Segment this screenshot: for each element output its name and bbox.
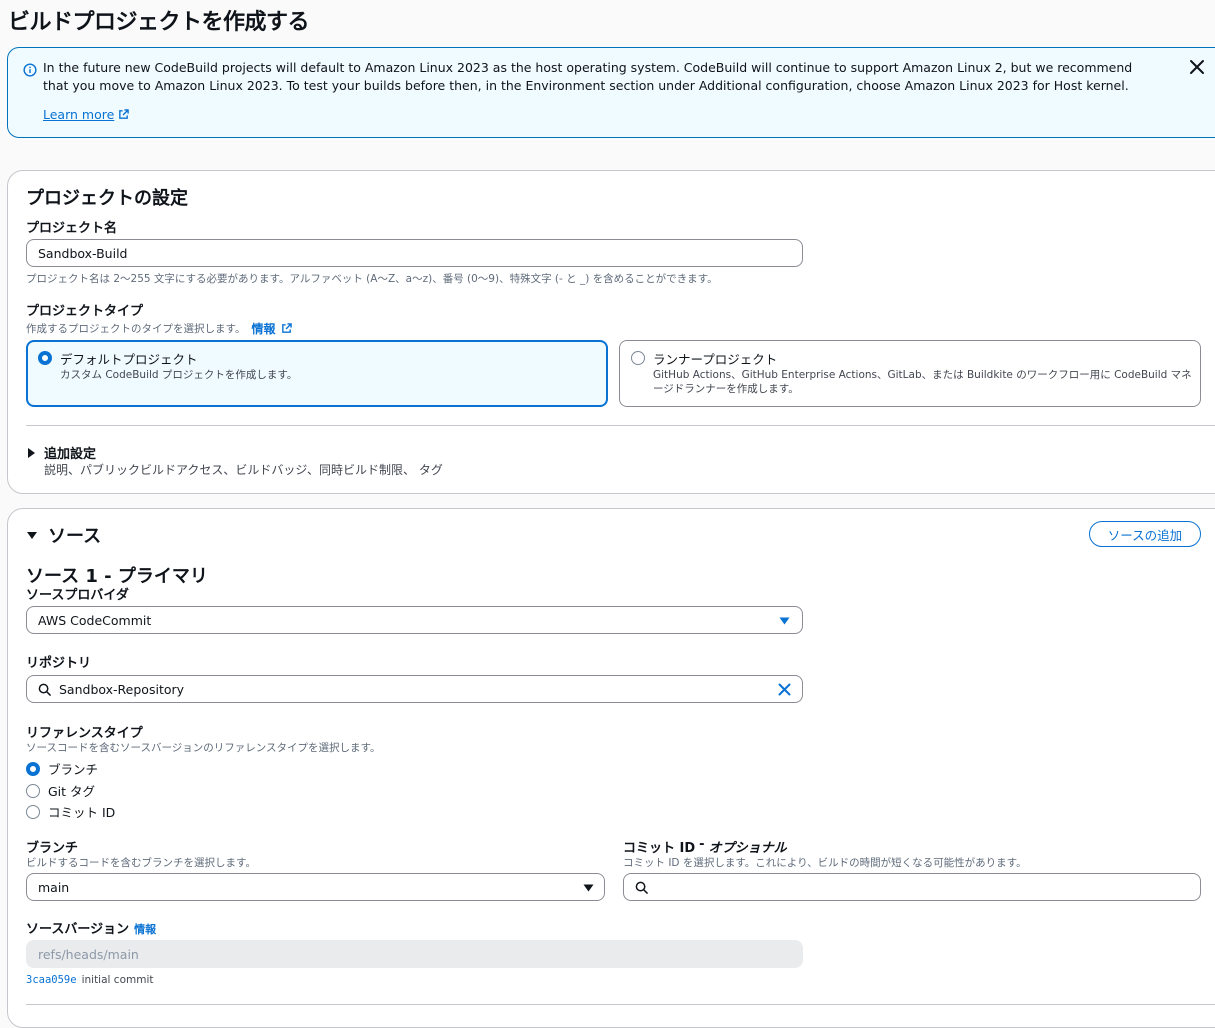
caret-down-icon: [583, 884, 594, 892]
branch-value: main: [38, 879, 70, 895]
tile-default-project[interactable]: デフォルトプロジェクト カスタム CodeBuild プロジェクトを作成します。: [26, 340, 608, 407]
divider: [26, 425, 1215, 426]
ref-option-label: ブランチ: [48, 762, 99, 777]
ref-option-label: コミット ID: [48, 805, 116, 820]
repository-value: Sandbox-Repository: [59, 681, 185, 697]
info-banner: In the future new CodeBuild projects wil…: [7, 47, 1215, 138]
search-icon: [38, 683, 51, 696]
ref-option-branch[interactable]: ブランチ: [26, 759, 98, 778]
search-icon: [635, 881, 648, 894]
branch-desc: ビルドするコードを含むブランチを選択します。: [26, 857, 256, 869]
project-name-value: Sandbox-Build: [38, 245, 128, 261]
project-name-label: プロジェクト名: [26, 221, 118, 236]
project-type-desc: 作成するプロジェクトのタイプを選択します。: [26, 323, 246, 335]
tile-title: ランナープロジェクト: [653, 352, 778, 367]
source-provider-select[interactable]: AWS CodeCommit: [26, 606, 803, 634]
source-version-label: ソースバージョン: [26, 922, 130, 937]
default-project-radio[interactable]: [38, 351, 52, 365]
project-type-info-link[interactable]: 情報: [251, 320, 275, 337]
runner-project-radio[interactable]: [631, 351, 645, 365]
project-settings-heading: プロジェクトの設定: [26, 188, 188, 209]
ref-option-label: Git タグ: [48, 784, 96, 799]
branch-select[interactable]: main: [26, 873, 605, 901]
commit-hash[interactable]: 3caa059e: [26, 974, 77, 986]
source-version-label-row: ソースバージョン 情報: [26, 918, 156, 937]
branch-label: ブランチ: [26, 841, 79, 856]
info-icon: [23, 63, 37, 77]
source-version-value: refs/heads/main: [38, 946, 139, 962]
learn-more-label: Learn more: [43, 107, 115, 122]
project-name-input[interactable]: Sandbox-Build: [26, 239, 803, 267]
close-icon[interactable]: [1188, 58, 1206, 76]
source-version-info-link[interactable]: 情報: [134, 921, 156, 937]
additional-settings-title: 追加設定: [44, 447, 97, 462]
tile-desc: カスタム CodeBuild プロジェクトを作成します。: [60, 369, 298, 381]
source-version-input: refs/heads/main: [26, 940, 803, 968]
tile-runner-project[interactable]: ランナープロジェクト GitHub Actions、GitHub Enterpr…: [619, 340, 1201, 407]
source-provider-label: ソースプロバイダ: [26, 588, 129, 603]
tile-title: デフォルトプロジェクト: [60, 352, 198, 367]
source-section-toggle[interactable]: ソース: [26, 522, 101, 548]
caret-down-icon: [779, 617, 790, 625]
external-link-icon: [282, 323, 293, 333]
project-name-hint: プロジェクト名は 2〜255 文字にする必要があります。アルファベット (A〜Z…: [26, 273, 718, 285]
source-provider-value: AWS CodeCommit: [38, 612, 152, 628]
commit-id-label-row: コミット ID - オプショナル: [623, 837, 787, 856]
branch-radio[interactable]: [26, 761, 40, 776]
repository-label: リポジトリ: [26, 656, 92, 671]
divider: [26, 1004, 1215, 1005]
commit-id-optional: オプショナル: [708, 841, 787, 856]
source-heading: ソース: [48, 526, 102, 547]
external-link-icon: [119, 109, 130, 119]
project-type-desc-row: 作成するプロジェクトのタイプを選択します。 情報: [26, 320, 293, 337]
reference-type-desc: ソースコードを含むソースバージョンのリファレンスタイプを選択します。: [26, 742, 381, 754]
add-source-button[interactable]: ソースの追加: [1089, 521, 1201, 547]
commit-id-radio[interactable]: [26, 804, 40, 819]
ref-option-commit-id[interactable]: コミット ID: [26, 802, 115, 821]
commit-message: initial commit: [81, 974, 154, 986]
tile-desc: GitHub Actions、GitHub Enterprise Actions…: [653, 369, 1192, 395]
project-type-label: プロジェクトタイプ: [26, 304, 144, 319]
commit-id-label: コミット ID: [623, 841, 696, 856]
caret-down-icon: [27, 532, 37, 539]
additional-settings-toggle[interactable]: 追加設定: [26, 443, 96, 462]
ref-option-git-tag[interactable]: Git タグ: [26, 781, 95, 800]
clear-icon[interactable]: [778, 683, 791, 696]
commit-id-search-input[interactable]: [623, 873, 1201, 901]
commit-info: 3caa059e initial commit: [26, 974, 153, 986]
page-title: ビルドプロジェクトを作成する: [8, 10, 310, 35]
repository-input[interactable]: Sandbox-Repository: [26, 675, 803, 703]
reference-type-label: リファレンスタイプ: [26, 726, 143, 741]
learn-more-link[interactable]: Learn more: [43, 107, 130, 122]
additional-settings-desc: 説明、パブリックビルドアクセス、ビルドバッジ、同時ビルド制限、 タグ: [44, 463, 443, 477]
caret-right-icon: [28, 447, 35, 458]
commit-id-desc: コミット ID を選択します。これにより、ビルドの時間が短くなる可能性があります…: [623, 857, 1027, 869]
git-tag-radio[interactable]: [26, 783, 40, 798]
banner-message: In the future new CodeBuild projects wil…: [43, 60, 1133, 93]
